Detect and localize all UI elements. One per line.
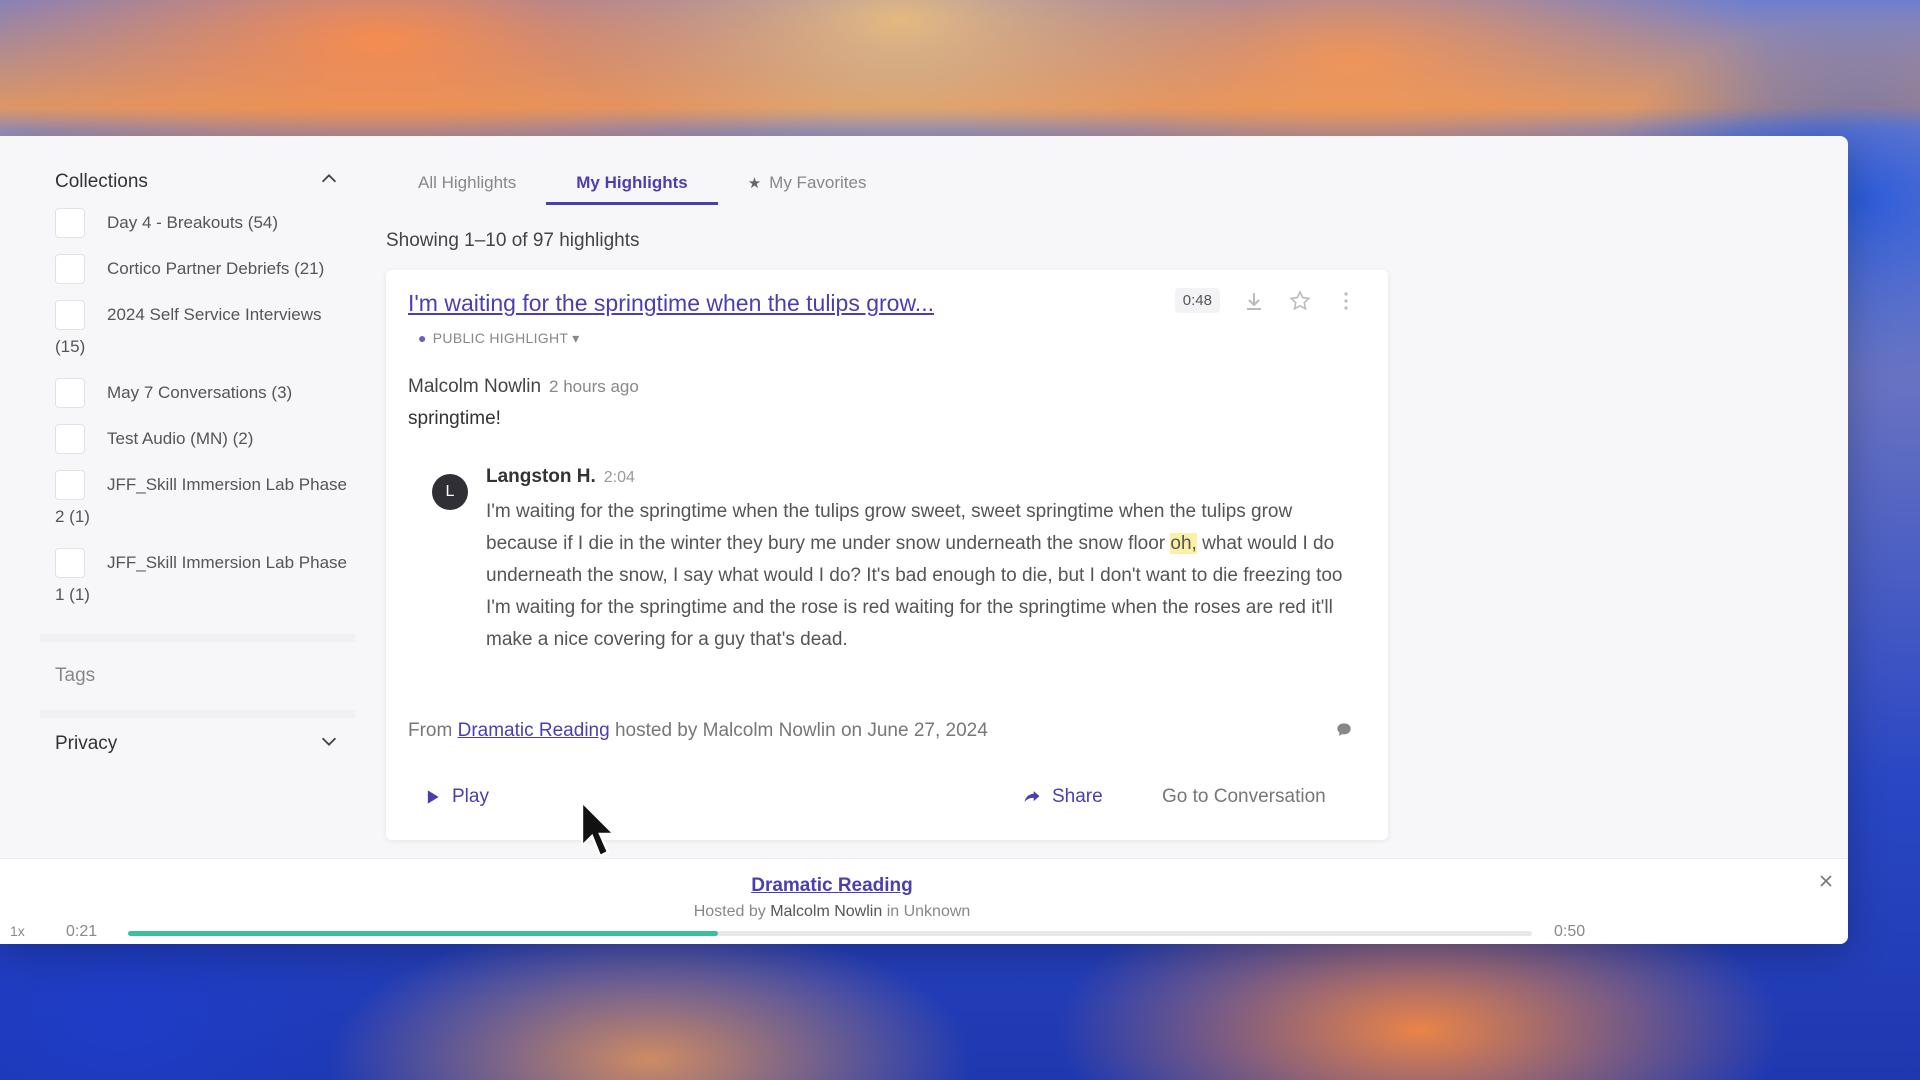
- collection-item[interactable]: JFF_Skill Immersion Lab Phase 2 (1): [55, 468, 355, 532]
- tags-header[interactable]: Tags: [40, 646, 355, 706]
- collection-item[interactable]: Test Audio (MN) (2): [55, 422, 355, 454]
- progress-fill: [128, 931, 718, 936]
- collection-item[interactable]: May 7 Conversations (3): [55, 376, 355, 408]
- more-options-icon[interactable]: [1334, 289, 1358, 313]
- player-title-link[interactable]: Dramatic Reading: [0, 875, 1664, 897]
- star-icon: ★: [747, 175, 762, 192]
- globe-icon: ●: [418, 330, 427, 346]
- collection-label: Test Audio (MN) (2): [107, 429, 254, 449]
- sidebar: Collections Day 4 - Breakouts (54) Corti…: [40, 162, 355, 764]
- speaker-timestamp[interactable]: 2:04: [604, 469, 635, 486]
- collection-checkbox[interactable]: [55, 423, 85, 454]
- playback-speed[interactable]: 1x: [10, 923, 25, 939]
- card-actions: Play Share Go to Conversation: [386, 774, 1388, 824]
- collections-header[interactable]: Collections: [40, 162, 355, 202]
- player-host-line: Hosted by Malcolm Nowlin in Unknown: [0, 903, 1664, 921]
- go-to-conversation-button[interactable]: Go to Conversation: [1162, 786, 1326, 808]
- collection-label: May 7 Conversations (3): [107, 383, 293, 403]
- collection-checkbox[interactable]: [55, 299, 85, 330]
- highlight-time-ago: 2 hours ago: [549, 377, 639, 396]
- source-line: From Dramatic Reading hosted by Malcolm …: [408, 720, 988, 742]
- collection-item[interactable]: JFF_Skill Immersion Lab Phase 1 (1): [55, 546, 355, 610]
- star-outline-icon[interactable]: [1288, 289, 1312, 313]
- share-button[interactable]: Share: [1022, 786, 1103, 808]
- collection-label: 2024 Self Service Interviews (15): [55, 305, 322, 357]
- tab-my-favorites[interactable]: ★ My Favorites: [718, 164, 897, 202]
- highlight-title-link[interactable]: I'm waiting for the springtime when the …: [408, 290, 934, 317]
- collection-item[interactable]: 2024 Self Service Interviews (15): [55, 298, 355, 362]
- player-host-name: Malcolm Nowlin: [770, 903, 883, 920]
- chevron-down-icon[interactable]: [318, 730, 340, 758]
- privacy-title: Privacy: [55, 733, 118, 755]
- visibility-dropdown[interactable]: ● PUBLIC HIGHLIGHT ▾: [418, 330, 580, 347]
- highlight-author: Malcolm Nowlin: [408, 376, 542, 397]
- collection-label: Cortico Partner Debriefs (21): [107, 259, 325, 279]
- play-label: Play: [452, 786, 489, 807]
- collection-checkbox[interactable]: [55, 469, 85, 500]
- sidebar-divider: [40, 710, 355, 719]
- card-toolbar: 0:48: [1174, 288, 1358, 313]
- speaker-name: Langston H.: [486, 466, 596, 487]
- tab-my-highlights[interactable]: My Highlights: [546, 164, 718, 205]
- highlight-author-line: Malcolm Nowlin 2 hours ago: [408, 376, 639, 398]
- conversation-link[interactable]: Dramatic Reading: [458, 720, 610, 741]
- share-icon: [1024, 791, 1040, 802]
- chevron-up-icon[interactable]: [318, 168, 340, 196]
- tab-all-highlights[interactable]: All Highlights: [388, 164, 546, 202]
- transcript-highlighted-word: oh,: [1170, 533, 1197, 554]
- speaker-line: Langston H. 2:04: [486, 466, 635, 488]
- duration-badge: 0:48: [1174, 288, 1220, 313]
- collection-label: JFF_Skill Immersion Lab Phase 2 (1): [55, 475, 347, 527]
- collections-list: Day 4 - Breakouts (54) Cortico Partner D…: [40, 206, 355, 630]
- collection-checkbox[interactable]: [55, 377, 85, 408]
- player-location: in Unknown: [886, 903, 971, 920]
- tab-label: My Favorites: [769, 173, 867, 192]
- privacy-header[interactable]: Privacy: [40, 724, 355, 764]
- collection-checkbox[interactable]: [55, 547, 85, 578]
- highlight-note: springtime!: [408, 408, 501, 429]
- highlight-card: I'm waiting for the springtime when the …: [386, 270, 1388, 840]
- comment-icon[interactable]: [1334, 720, 1354, 740]
- app-window: Collections Day 4 - Breakouts (54) Corti…: [0, 136, 1848, 944]
- share-label: Share: [1052, 786, 1103, 807]
- current-time: 0:21: [66, 923, 98, 940]
- collection-checkbox[interactable]: [55, 207, 85, 238]
- progress-track[interactable]: [128, 931, 1532, 936]
- collection-label: Day 4 - Breakouts (54): [107, 213, 279, 233]
- collection-item[interactable]: Day 4 - Breakouts (54): [55, 206, 355, 238]
- transcript-text: I'm waiting for the springtime when the …: [486, 496, 1346, 656]
- play-icon: [427, 790, 439, 804]
- visibility-label: PUBLIC HIGHLIGHT: [432, 330, 569, 346]
- play-button[interactable]: Play: [422, 786, 489, 808]
- collection-label: JFF_Skill Immersion Lab Phase 1 (1): [55, 553, 347, 605]
- collection-checkbox[interactable]: [55, 253, 85, 284]
- collection-item[interactable]: Cortico Partner Debriefs (21): [55, 252, 355, 284]
- close-icon[interactable]: [1816, 871, 1836, 891]
- total-time: 0:50: [1554, 923, 1586, 940]
- sidebar-divider: [40, 634, 355, 643]
- highlight-tabs: All Highlights My Highlights ★ My Favorit…: [388, 164, 897, 205]
- speaker-avatar: L: [432, 474, 468, 510]
- hosted-by-label: Hosted by: [693, 903, 766, 920]
- download-icon[interactable]: [1242, 289, 1266, 313]
- source-details: hosted by Malcolm Nowlin on June 27, 202…: [614, 720, 988, 741]
- collections-title: Collections: [55, 171, 148, 192]
- audio-player: Dramatic Reading Hosted by Malcolm Nowli…: [0, 858, 1848, 944]
- results-count: Showing 1–10 of 97 highlights: [386, 230, 640, 251]
- caret-down-icon: ▾: [572, 330, 580, 346]
- mouse-cursor-icon: [580, 800, 620, 860]
- source-from: From: [408, 720, 453, 741]
